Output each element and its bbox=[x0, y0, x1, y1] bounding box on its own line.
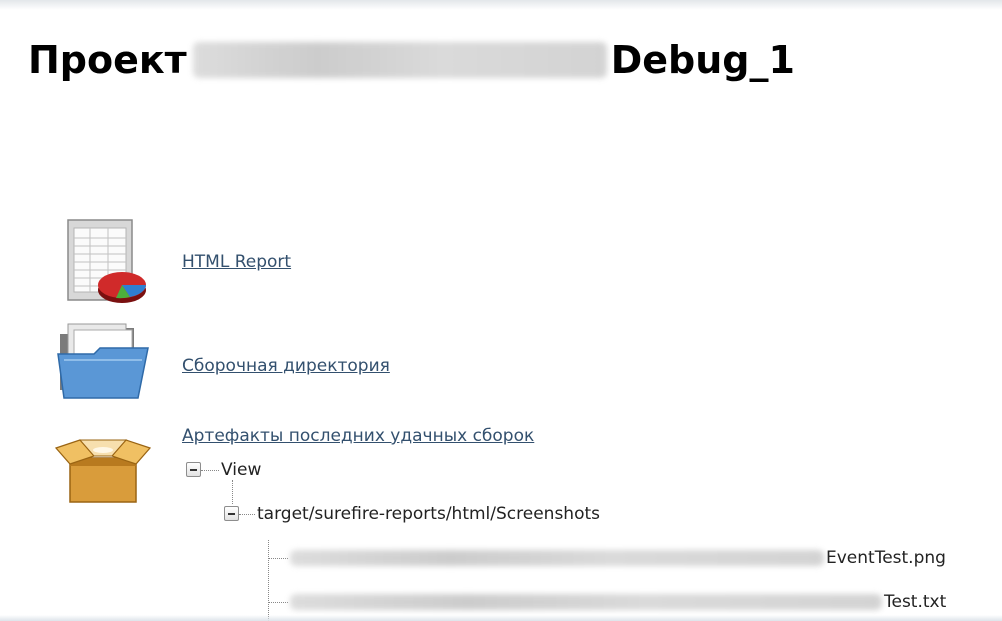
tree-file-row[interactable]: EventTest.png bbox=[290, 548, 946, 568]
tree-collapse-view-button[interactable] bbox=[186, 462, 201, 477]
tree-connector bbox=[232, 480, 233, 504]
page-title-suffix: Debug_1 bbox=[610, 38, 795, 82]
redacted-project-name bbox=[192, 41, 607, 78]
tree-node-view[interactable]: View bbox=[221, 460, 261, 480]
bottom-edge bbox=[0, 615, 1002, 621]
redacted-file-prefix bbox=[290, 550, 824, 566]
tree-file-name[interactable]: Test.txt bbox=[884, 592, 946, 612]
spreadsheet-pie-chart-icon bbox=[67, 219, 146, 303]
tree-file-row[interactable]: Test.txt bbox=[290, 592, 946, 612]
tree-file-name[interactable]: EventTest.png bbox=[826, 548, 946, 568]
page-title-prefix: Проект bbox=[28, 38, 187, 82]
tree-connector bbox=[268, 602, 288, 603]
tree-connector bbox=[201, 470, 219, 471]
top-shadow bbox=[0, 0, 1002, 10]
build-directory-link[interactable]: Сборочная директория bbox=[182, 356, 390, 376]
open-folder-icon bbox=[57, 323, 149, 399]
tree-connector bbox=[268, 558, 288, 559]
open-box-icon bbox=[54, 439, 152, 503]
redacted-file-prefix bbox=[290, 594, 882, 610]
last-successful-artifacts-link[interactable]: Артефакты последних удачных сборок bbox=[182, 426, 534, 446]
tree-node-screenshots-folder[interactable]: target/surefire-reports/html/Screenshots bbox=[257, 504, 600, 524]
page-title: Проект Debug_1 bbox=[28, 38, 795, 82]
tree-connector bbox=[268, 540, 269, 621]
html-report-link[interactable]: HTML Report bbox=[182, 252, 291, 272]
tree-connector bbox=[239, 514, 255, 515]
tree-collapse-folder-button[interactable] bbox=[224, 506, 239, 521]
